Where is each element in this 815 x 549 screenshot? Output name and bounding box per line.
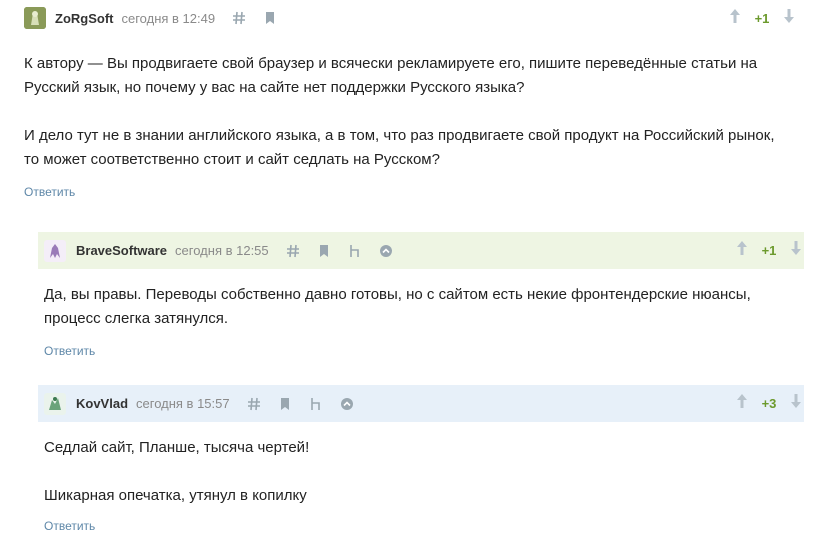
collapse-icon[interactable]	[339, 396, 355, 412]
score: +1	[761, 243, 777, 258]
comment-header: KovVlad сегодня в 15:57 +3	[38, 385, 804, 422]
comment-paragraph: Шикарная опечатка, утянул в копилку	[44, 487, 307, 504]
arrow-up-icon[interactable]	[734, 239, 750, 262]
score: +3	[761, 396, 777, 411]
bookmark-icon[interactable]	[277, 396, 293, 412]
comment-time[interactable]: сегодня в 15:57	[136, 396, 230, 411]
avatar[interactable]	[24, 7, 46, 29]
reply-link[interactable]: Ответить	[44, 344, 804, 358]
comment-paragraph: Да, вы правы. Переводы собственно давно …	[44, 286, 751, 327]
arrow-up-icon[interactable]	[727, 7, 743, 30]
comment-body: Седлай сайт, Планше, тысяча чертей! Шика…	[44, 436, 794, 508]
vote-controls: +3	[734, 385, 804, 422]
arrow-down-icon[interactable]	[788, 392, 804, 415]
score: +1	[754, 10, 770, 26]
reply-link[interactable]: Ответить	[24, 185, 815, 199]
comment-paragraph: Седлай сайт, Планше, тысяча чертей!	[44, 439, 310, 456]
hash-icon[interactable]	[285, 243, 301, 259]
comment-body: К автору — Вы продвигаете свой браузер и…	[24, 52, 784, 172]
comment-header: ZoRgSoft сегодня в 12:49 +1	[0, 0, 815, 36]
arrow-down-icon[interactable]	[781, 7, 797, 30]
comment-header: BraveSoftware сегодня в 12:55 +1	[38, 232, 804, 269]
comment-time[interactable]: сегодня в 12:55	[175, 243, 269, 258]
parent-link-icon[interactable]	[347, 243, 363, 259]
bookmark-icon[interactable]	[262, 10, 278, 26]
comment-paragraph: И дело тут не в знании английского языка…	[24, 127, 775, 168]
comment-paragraph: К автору — Вы продвигаете свой браузер и…	[24, 55, 758, 96]
parent-link-icon[interactable]	[308, 396, 324, 412]
username[interactable]: KovVlad	[76, 396, 128, 411]
collapse-icon[interactable]	[378, 243, 394, 259]
avatar[interactable]	[44, 239, 66, 262]
comment: ZoRgSoft сегодня в 12:49 +1 К автору — В…	[0, 0, 815, 199]
reply-link[interactable]: Ответить	[44, 519, 804, 533]
vote-controls: +1	[734, 232, 804, 269]
bookmark-icon[interactable]	[316, 243, 332, 259]
avatar[interactable]	[44, 392, 66, 415]
vote-controls: +1	[727, 0, 797, 36]
comment-time[interactable]: сегодня в 12:49	[121, 11, 215, 26]
comment-body: Да, вы правы. Переводы собственно давно …	[44, 283, 794, 331]
comment: BraveSoftware сегодня в 12:55 +1 Да, вы …	[38, 232, 804, 358]
hash-icon[interactable]	[231, 10, 247, 26]
comment: KovVlad сегодня в 15:57 +3 Седлай сайт, …	[38, 385, 804, 533]
arrow-down-icon[interactable]	[788, 239, 804, 262]
username[interactable]: BraveSoftware	[76, 243, 167, 258]
arrow-up-icon[interactable]	[734, 392, 750, 415]
username[interactable]: ZoRgSoft	[55, 11, 113, 26]
hash-icon[interactable]	[246, 396, 262, 412]
